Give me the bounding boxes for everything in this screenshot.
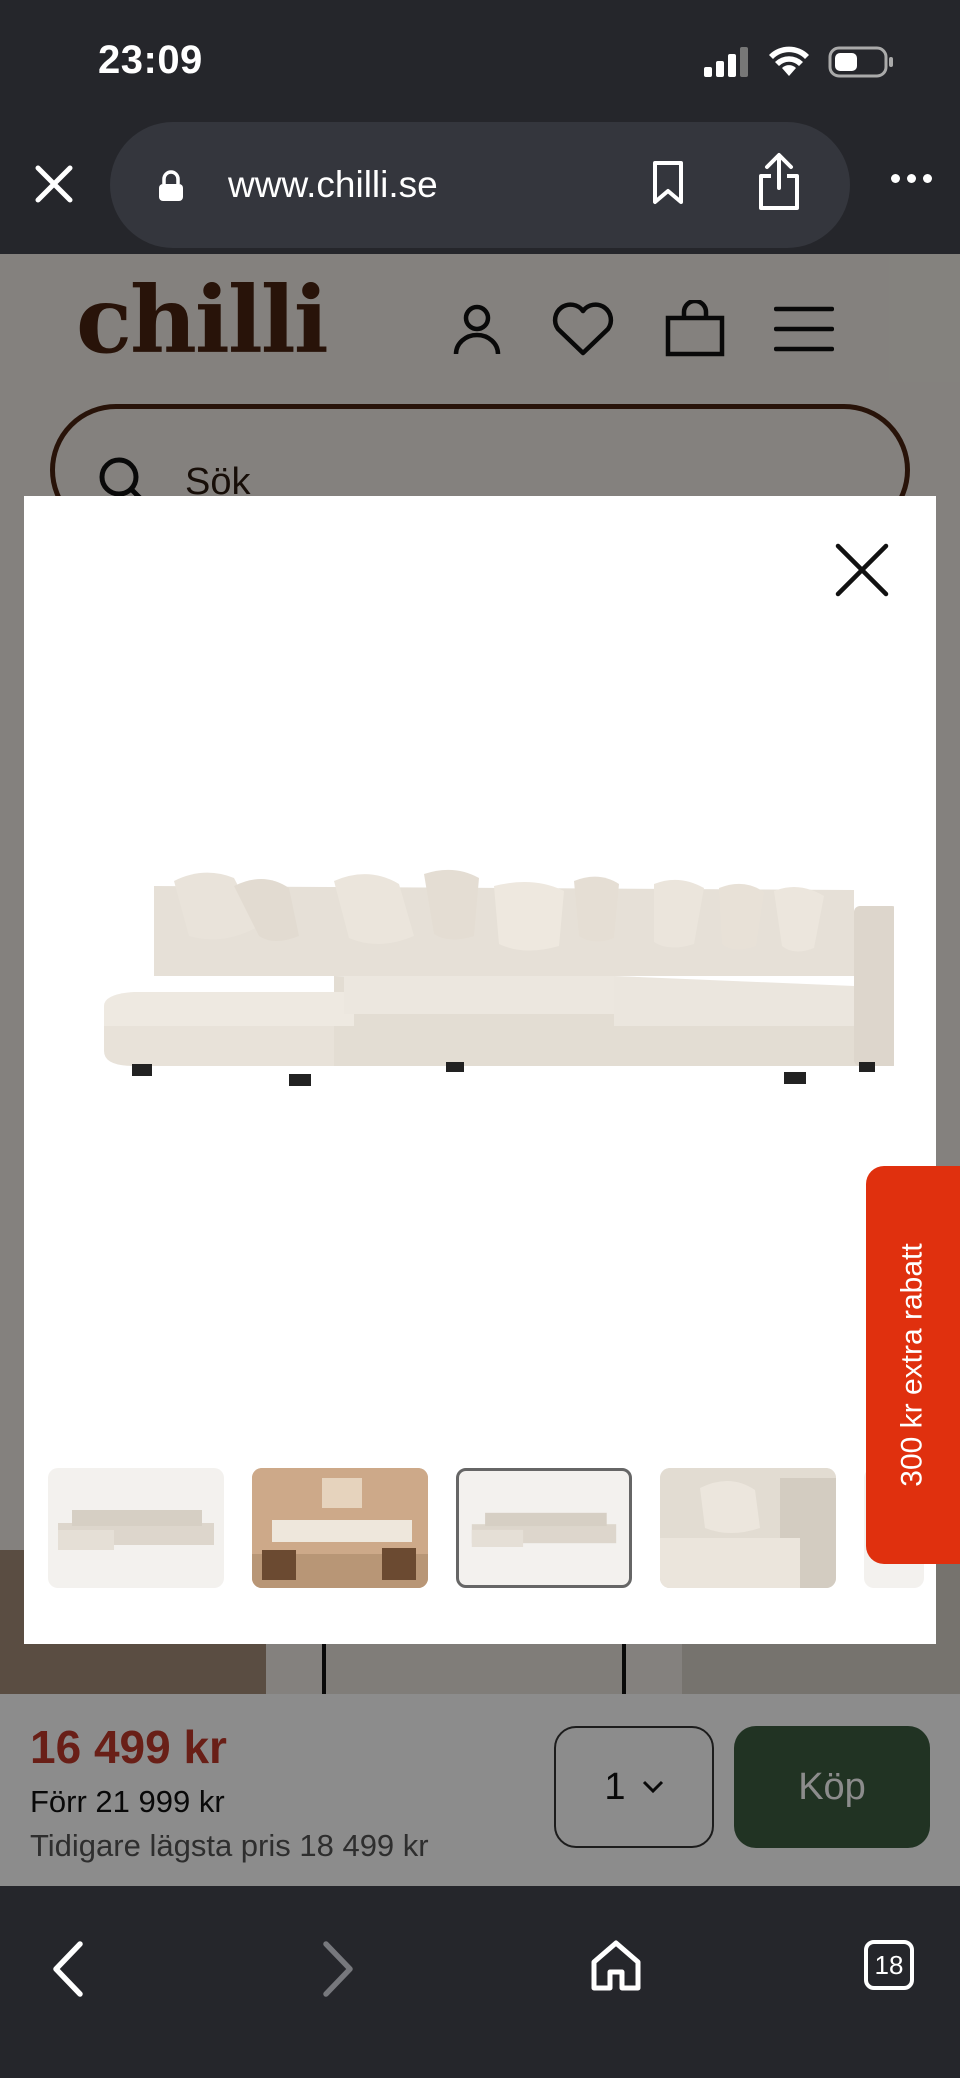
gallery-thumbnail[interactable] — [252, 1468, 428, 1588]
gallery-thumbnail-active[interactable] — [456, 1468, 632, 1588]
close-tab-button[interactable] — [30, 160, 78, 208]
browser-address-bar: www.chilli.se — [0, 120, 960, 254]
status-bar: 23:09 — [0, 0, 960, 120]
more-menu-button[interactable] — [891, 174, 932, 183]
url-field[interactable]: www.chilli.se — [110, 122, 850, 248]
tabs-button[interactable]: 18 — [864, 1940, 914, 1990]
gallery-thumbnail[interactable] — [660, 1468, 836, 1588]
bookmark-icon[interactable] — [650, 160, 686, 206]
image-gallery-modal — [24, 496, 936, 1644]
close-icon[interactable] — [832, 540, 892, 600]
battery-icon — [828, 46, 893, 78]
close-icon — [35, 165, 73, 203]
url-text: www.chilli.se — [228, 164, 438, 205]
forward-icon[interactable] — [318, 1940, 358, 1998]
gallery-thumbnails — [48, 1468, 924, 1588]
back-icon[interactable] — [48, 1940, 88, 1998]
status-time: 23:09 — [98, 38, 203, 82]
dot — [923, 174, 932, 183]
share-icon[interactable] — [754, 152, 804, 212]
main-product-image — [104, 869, 894, 1086]
promo-label: 300 kr extra rabatt — [896, 1243, 929, 1487]
dot — [907, 174, 916, 183]
promo-tab[interactable]: 300 kr extra rabatt — [866, 1166, 960, 1564]
status-icons — [704, 46, 894, 78]
lock-icon — [159, 170, 183, 201]
gallery-thumbnail[interactable] — [48, 1468, 224, 1588]
browser-bottom-toolbar: 18 — [0, 1886, 960, 2078]
dot — [891, 174, 900, 183]
home-icon[interactable] — [588, 1938, 644, 1994]
wifi-icon — [769, 46, 809, 76]
signal-icon — [704, 47, 748, 77]
